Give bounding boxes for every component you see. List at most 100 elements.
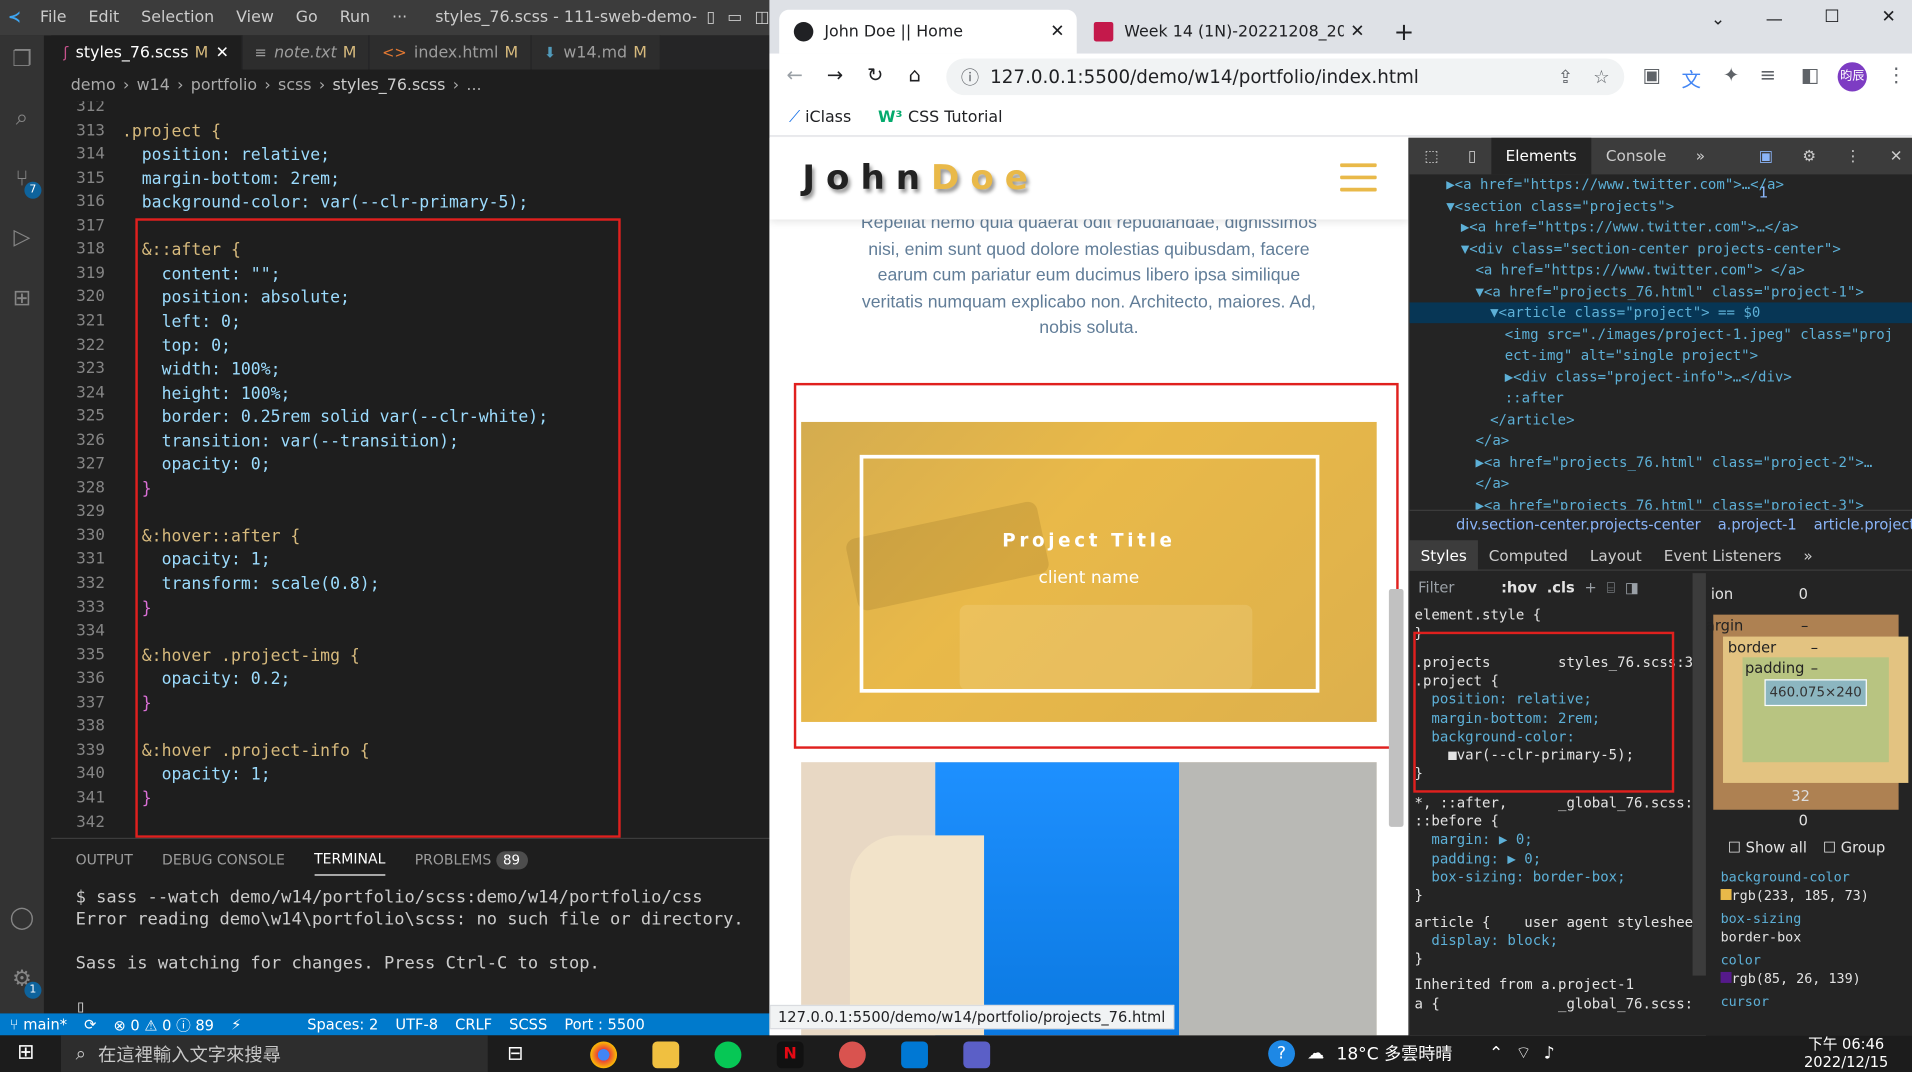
bookmark-star-icon[interactable]: ☆ (1593, 66, 1609, 88)
side-panel-icon[interactable]: ◧ (1801, 63, 1819, 86)
dom-node[interactable]: </article> (1490, 409, 1574, 430)
info-icon[interactable]: ⓘ (961, 64, 979, 90)
teams-icon[interactable] (963, 1041, 991, 1069)
sidebar-toggle-icon[interactable]: ◨ (1625, 579, 1639, 596)
close-window-icon[interactable]: ✕ (1882, 7, 1896, 27)
styles-scrollbar[interactable] (1692, 573, 1706, 976)
tray-chevron-icon[interactable]: ⌃ (1489, 1044, 1503, 1064)
help-icon[interactable]: ? (1268, 1040, 1296, 1068)
back-icon[interactable]: ← (787, 63, 803, 86)
page-scrollbar[interactable] (1388, 589, 1404, 827)
dom-node[interactable]: ▼<a href="projects_76.html" class="proje… (1475, 281, 1863, 302)
menu-selection[interactable]: Selection (130, 9, 225, 27)
taskbar-search[interactable]: ⌕ 在這裡輸入文字來搜尋 (60, 1035, 488, 1072)
maximize-icon[interactable]: ☐ (1824, 7, 1839, 27)
style-rule-line[interactable]: element.style { (1415, 606, 1542, 624)
address-bar[interactable]: ⓘ 127.0.0.1:5500/demo/w14/portfolio/index… (946, 58, 1625, 96)
tab-problems[interactable]: PROBLEMS 89 (415, 850, 528, 869)
language-status[interactable]: SCSS (509, 1016, 547, 1033)
settings-gear-icon[interactable]: ⚙ (1788, 138, 1831, 175)
menu-edit[interactable]: Edit (78, 9, 131, 27)
menu-more[interactable]: ··· (381, 9, 418, 27)
dom-node[interactable]: ▼<div class="section-center projects-cen… (1461, 238, 1841, 259)
close-tab-icon[interactable]: ✕ (1050, 22, 1064, 42)
dom-node[interactable]: <a href="https://www.twitter.com"> </a> (1475, 260, 1804, 281)
layout-split-icon[interactable]: ◫ (754, 9, 769, 27)
style-rule-line[interactable]: Inherited from a.project-1 (1415, 976, 1635, 994)
browser-tab-week14[interactable]: Week 14 (1N)-20221208_2022...✕ (1079, 10, 1377, 54)
project-card[interactable]: Project Title client name (801, 421, 1377, 722)
tab-w14-md[interactable]: ⬇ w14.md M (531, 35, 661, 70)
taskbar-clock[interactable]: 下午 06:46 2022/12/15 (1802, 1035, 1890, 1072)
dom-node[interactable]: ▼<article class="project"> == $0 (1490, 302, 1760, 323)
extension-icon[interactable]: ▣ (1643, 63, 1661, 86)
dom-crumb[interactable]: article.project (1814, 515, 1912, 532)
styles-filter-input[interactable]: Filter (1418, 579, 1491, 596)
show-all-checkbox[interactable]: ☐ Show all (1728, 839, 1807, 856)
style-rule-line[interactable]: } (1415, 887, 1423, 905)
style-rule-line[interactable]: *, ::after, _global_76.scss:56 (1415, 794, 1693, 812)
hamburger-menu-icon[interactable] (1340, 163, 1377, 200)
dom-node[interactable]: </a> (1475, 430, 1509, 451)
style-rule-line[interactable]: padding: ▶ 0; (1415, 849, 1541, 867)
dom-node[interactable]: ▶<a href="projects_76.html" class="proje… (1475, 452, 1872, 473)
menu-run[interactable]: Run (329, 9, 381, 27)
puzzle-icon[interactable]: ✦ (1723, 63, 1739, 86)
dom-crumb[interactable]: div.section-center.projects-center (1456, 515, 1701, 532)
dom-crumb[interactable]: a.project-1 (1718, 515, 1797, 532)
add-rule-icon[interactable]: + (1584, 579, 1596, 596)
dom-node[interactable]: </a> (1475, 473, 1509, 494)
volume-icon[interactable]: ♪ (1544, 1044, 1555, 1064)
vscode-taskbar-icon[interactable] (901, 1041, 928, 1069)
search-icon[interactable]: ⌕ (7, 104, 36, 133)
minimize-icon[interactable]: — (1766, 10, 1783, 30)
dom-tree[interactable]: ▶<a href="https://www.twitter.com">…</a>… (1410, 174, 1912, 513)
inspect-icon[interactable]: ⬚ (1410, 138, 1454, 175)
problems-status[interactable]: ⊗ 0 ⚠ 0 ⓘ 89 (113, 1014, 214, 1035)
dom-node[interactable]: ect-img" alt="single project"> (1505, 345, 1758, 366)
tab-styles[interactable]: Styles (1409, 539, 1478, 571)
browser-tab-home[interactable]: John Doe || Home ✕ (779, 9, 1077, 54)
close-devtools-icon[interactable]: ✕ (1875, 138, 1912, 175)
project-card[interactable] (801, 762, 1377, 1036)
dom-node[interactable]: ▶<a href="https://www.twitter.com">…</a> (1446, 174, 1784, 195)
source-control-icon[interactable]: ⑂ 7 (7, 165, 42, 199)
dom-node[interactable]: ▶<div class="project-info">…</div> (1505, 366, 1792, 387)
home-icon[interactable]: ⌂ (908, 63, 920, 86)
tab-terminal[interactable]: TERMINAL (314, 843, 386, 876)
tab-elements[interactable]: Elements (1490, 137, 1592, 175)
style-rule-line[interactable]: article { user agent stylesheet (1415, 913, 1693, 931)
style-rule-line[interactable]: margin: ▶ 0; (1415, 831, 1532, 849)
close-tab-icon[interactable]: ✕ (216, 43, 229, 61)
tab-event-listeners[interactable]: Event Listeners (1653, 540, 1793, 570)
style-rule-line[interactable]: display: block; (1415, 931, 1558, 949)
breadcrumb-item[interactable]: scss (278, 76, 311, 94)
tab-search-icon[interactable]: ⌄ (1711, 10, 1725, 30)
group-checkbox[interactable]: ☐ Group (1823, 839, 1885, 856)
style-rule-line[interactable]: ::before { (1415, 812, 1499, 830)
share-icon[interactable]: ⇪ (1558, 66, 1573, 88)
bookmark-css-tutorial[interactable]: W³ CSS Tutorial (878, 109, 1002, 127)
eol-status[interactable]: CRLF (455, 1016, 492, 1033)
style-rule-line[interactable]: } (1415, 950, 1423, 968)
issues-badge[interactable]: ▣ 1 (1744, 138, 1788, 201)
account-icon[interactable]: ◯ (7, 904, 36, 933)
menu-view[interactable]: View (225, 9, 285, 27)
dom-node[interactable]: ::after (1505, 388, 1564, 409)
new-tab-icon[interactable]: + (1394, 17, 1414, 46)
port-status[interactable]: Port : 5500 (564, 1016, 644, 1033)
branch-status[interactable]: ⑂ main* (10, 1016, 67, 1033)
tab-note-txt[interactable]: ≡ note.txt M (242, 35, 370, 70)
style-rule-line[interactable]: box-sizing: border-box; (1415, 868, 1625, 886)
tab-layout[interactable]: Layout (1579, 540, 1653, 570)
breadcrumb-item[interactable]: ... (466, 76, 481, 94)
more-tabs-icon[interactable]: » (1681, 138, 1720, 175)
breadcrumb-item[interactable]: w14 (137, 76, 170, 94)
cls-toggle[interactable]: .cls (1547, 579, 1575, 596)
weather-text[interactable]: 18°C 多雲時晴 (1336, 1041, 1452, 1065)
reload-icon[interactable]: ↻ (867, 63, 883, 86)
tab-styles-scss[interactable]: ʃ styles_76.scss M ✕ (51, 35, 243, 70)
indent-status[interactable]: Spaces: 2 (307, 1016, 378, 1033)
layout-panel-icon[interactable]: ▭ (727, 9, 742, 27)
breadcrumb-item[interactable]: styles_76.scss (333, 76, 446, 94)
